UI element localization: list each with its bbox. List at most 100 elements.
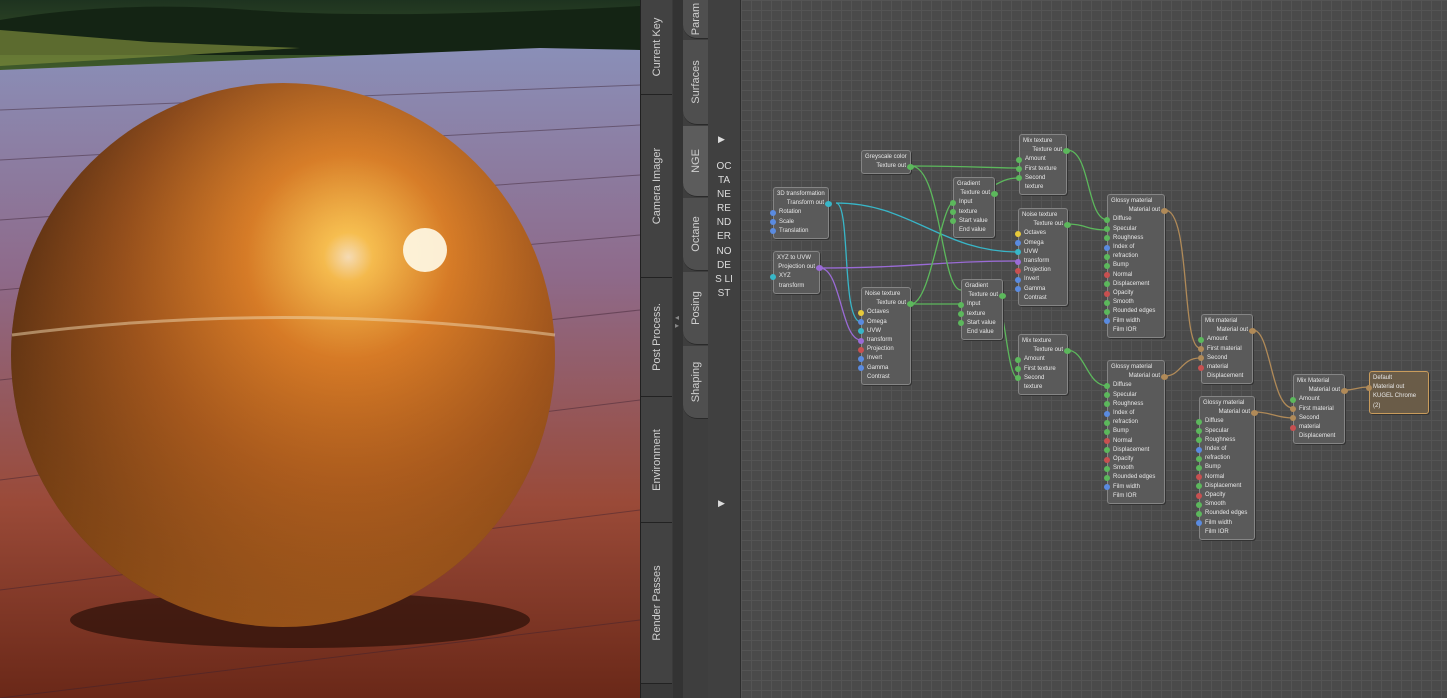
input-port[interactable] <box>1196 474 1202 481</box>
input-port[interactable] <box>1015 258 1021 265</box>
input-port[interactable] <box>1104 447 1110 454</box>
input-port[interactable] <box>1016 175 1022 182</box>
input-port[interactable] <box>1104 383 1110 389</box>
input-port[interactable] <box>858 356 864 362</box>
output-port[interactable] <box>907 300 914 307</box>
input-port[interactable] <box>858 337 864 344</box>
tab-posing[interactable]: Posing <box>683 272 708 345</box>
node-glossy2[interactable]: Glossy material Material out Diffuse Specul… <box>1104 360 1168 505</box>
output-port[interactable] <box>1161 207 1168 214</box>
input-port[interactable] <box>1104 429 1110 435</box>
input-port[interactable] <box>1196 437 1202 444</box>
node-xyz2uvw[interactable]: XYZ to UVW Projection out XYZ transform <box>770 251 823 294</box>
input-port[interactable] <box>1104 299 1110 306</box>
input-port[interactable] <box>1196 455 1202 462</box>
tab-octane[interactable]: Octane <box>683 198 708 271</box>
node-greyscale[interactable]: Greyscale color Texture out <box>861 150 914 175</box>
output-port[interactable] <box>1249 327 1256 334</box>
input-port[interactable] <box>1290 424 1296 431</box>
input-port[interactable] <box>770 228 776 235</box>
input-port[interactable] <box>1015 249 1021 256</box>
input-port[interactable] <box>1104 290 1110 297</box>
input-port[interactable] <box>1104 419 1110 426</box>
input-port[interactable] <box>950 218 956 225</box>
input-port[interactable] <box>958 320 964 327</box>
tab-current-key[interactable]: Current Key <box>641 0 672 95</box>
input-port[interactable] <box>950 200 956 206</box>
input-port[interactable] <box>1104 217 1110 223</box>
input-port[interactable] <box>1104 465 1110 472</box>
input-port[interactable] <box>1104 318 1110 325</box>
output-port[interactable] <box>991 190 998 197</box>
input-port[interactable] <box>1016 157 1022 163</box>
input-port[interactable] <box>1104 272 1110 279</box>
input-port[interactable] <box>1104 456 1110 463</box>
input-port[interactable] <box>1196 492 1202 499</box>
input-port[interactable] <box>1290 397 1296 403</box>
input-port[interactable] <box>950 209 956 216</box>
input-port[interactable] <box>1198 337 1204 343</box>
input-port[interactable] <box>1015 286 1021 293</box>
node-noise2[interactable]: Noise texture Texture out Octaves Omega UVW … <box>1015 208 1071 307</box>
output-port[interactable] <box>1341 387 1348 394</box>
input-port[interactable] <box>1196 520 1202 527</box>
input-port[interactable] <box>1104 235 1110 242</box>
input-port[interactable] <box>1196 428 1202 435</box>
input-port[interactable] <box>858 328 864 335</box>
input-port[interactable] <box>858 365 864 372</box>
input-port[interactable] <box>958 302 964 308</box>
output-port[interactable] <box>825 200 832 207</box>
output-port[interactable] <box>816 264 823 271</box>
nodes-list-panel[interactable]: ▶ OCTANE RENDER NODES LIST ▶ <box>708 0 741 698</box>
tab-shaping[interactable]: Shaping <box>683 346 708 419</box>
tab-render-passes[interactable]: Render Passes <box>641 523 672 684</box>
node-mixmat2[interactable]: Mix Material Material out Amount First mate… <box>1290 374 1348 445</box>
input-port[interactable] <box>858 319 864 326</box>
input-port[interactable] <box>1104 475 1110 481</box>
input-port[interactable] <box>1196 419 1202 425</box>
input-port[interactable] <box>770 210 776 216</box>
input-port[interactable] <box>1015 231 1021 237</box>
output-port[interactable] <box>1251 409 1258 416</box>
input-port[interactable] <box>1196 511 1202 517</box>
input-port[interactable] <box>1104 410 1110 417</box>
node-glossy1[interactable]: Glossy material Material out Diffuse Specul… <box>1104 194 1168 339</box>
output-port[interactable] <box>1064 347 1071 354</box>
input-port[interactable] <box>1015 357 1021 363</box>
input-port[interactable] <box>1015 240 1021 247</box>
output-port[interactable] <box>907 163 914 170</box>
input-port[interactable] <box>1290 415 1296 422</box>
tab-surfaces[interactable]: Surfaces <box>683 40 708 125</box>
input-port[interactable] <box>1016 166 1022 173</box>
input-port[interactable] <box>1015 366 1021 373</box>
expand-arrow-icon[interactable]: ▶ <box>718 498 725 509</box>
input-port[interactable] <box>1104 392 1110 399</box>
input-port[interactable] <box>1198 364 1204 371</box>
input-port[interactable] <box>1366 385 1372 392</box>
input-port[interactable] <box>1104 263 1110 269</box>
tab-post-process[interactable]: Post Process. <box>641 278 672 397</box>
input-port[interactable] <box>1104 244 1110 251</box>
input-port[interactable] <box>1104 281 1110 288</box>
node-trans3d[interactable]: 3D transformation Transform out Rotation Sc… <box>770 187 832 240</box>
node-default[interactable]: Default Material out KUGEL Chrome (2) <box>1366 371 1429 414</box>
output-port[interactable] <box>999 292 1006 299</box>
input-port[interactable] <box>858 346 864 353</box>
input-port[interactable] <box>958 311 964 318</box>
output-port[interactable] <box>1161 373 1168 380</box>
node-noise1[interactable]: Noise texture Texture out Octaves Omega UVW … <box>858 287 914 386</box>
output-port[interactable] <box>1063 147 1070 154</box>
input-port[interactable] <box>1015 375 1021 382</box>
node-glossy3[interactable]: Glossy material Material out Diffuse Specul… <box>1196 396 1258 541</box>
splitter[interactable]: ◂ ▸ <box>673 0 683 698</box>
input-port[interactable] <box>1104 401 1110 408</box>
input-port[interactable] <box>1198 355 1204 362</box>
input-port[interactable] <box>1104 253 1110 260</box>
input-port[interactable] <box>1104 438 1110 445</box>
input-port[interactable] <box>1196 465 1202 471</box>
input-port[interactable] <box>1104 484 1110 491</box>
tab-nge[interactable]: NGE <box>683 126 708 197</box>
input-port[interactable] <box>1196 483 1202 490</box>
input-port[interactable] <box>1015 277 1021 283</box>
node-mix1[interactable]: Mix texture Texture out Amount First textur… <box>1016 134 1070 196</box>
